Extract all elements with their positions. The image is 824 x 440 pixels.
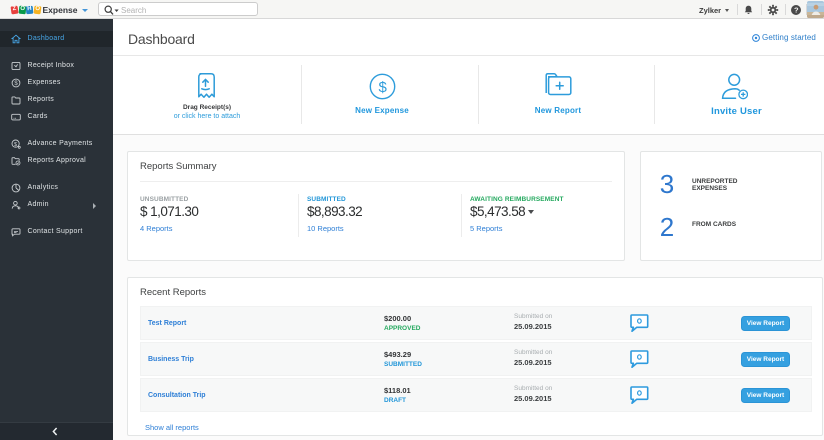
svg-text:$: $ — [379, 79, 388, 96]
svg-text:?: ? — [794, 6, 799, 15]
